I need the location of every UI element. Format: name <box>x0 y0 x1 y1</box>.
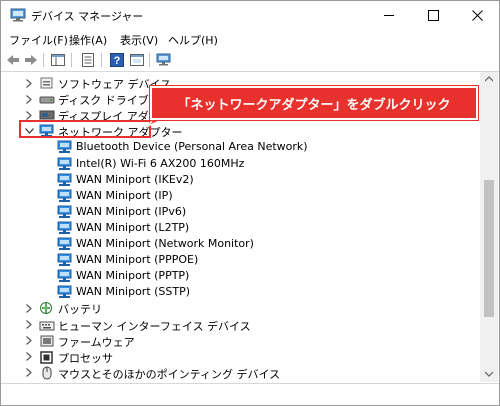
network-adapter-icon <box>57 189 72 202</box>
close-icon <box>471 9 483 21</box>
back-icon <box>7 55 19 65</box>
properties-icon <box>82 53 94 67</box>
device-item[interactable]: WAN Miniport (IP) <box>1 188 479 204</box>
network-adapter-icon <box>57 157 72 170</box>
device-item[interactable]: Intel(R) Wi-Fi 6 AX200 160MHz <box>1 156 479 172</box>
device-category[interactable]: プロセッサ <box>1 349 479 365</box>
device-label: WAN Miniport (IP) <box>76 188 173 202</box>
toolbar-separator <box>71 53 72 67</box>
annotation-callout: 「ネットワークアダプター」をダブルクリック <box>150 86 478 120</box>
status-bar <box>1 383 499 405</box>
console-tree-button[interactable] <box>49 52 67 68</box>
network-adapter-icon <box>57 285 72 299</box>
network-adapter-icon <box>57 221 72 234</box>
scan-hardware-button[interactable] <box>155 52 173 68</box>
network-adapter-icon <box>57 140 72 154</box>
device-label: WAN Miniport (PPPOE) <box>76 253 199 267</box>
menu-file[interactable]: ファイル(F) <box>9 32 68 48</box>
menu-bar: ファイル(F) 操作(A) 表示(V) ヘルプ(H) <box>1 30 499 48</box>
network-adapter-icon <box>57 237 72 250</box>
menu-action[interactable]: 操作(A) <box>69 32 107 48</box>
device-label: WAN Miniport (IKEv2) <box>76 172 194 186</box>
device-label: ファームウェア <box>58 335 135 349</box>
menu-view[interactable]: 表示(V) <box>120 32 158 48</box>
device-item[interactable]: WAN Miniport (IKEv2) <box>1 172 479 188</box>
device-manager-window: デバイス マネージャー ファイル(F) 操作(A) 表示(V) ヘルプ(H) ?… <box>0 0 500 406</box>
chevron-right-icon[interactable] <box>23 300 35 316</box>
chevron-right-icon[interactable] <box>23 91 35 107</box>
title-bar: デバイス マネージャー <box>1 1 499 29</box>
back-button[interactable] <box>4 52 22 68</box>
firmware-icon <box>40 335 54 347</box>
toolbar-separator <box>43 53 44 67</box>
device-label: WAN Miniport (L2TP) <box>76 220 190 234</box>
help-icon: ? <box>110 53 124 67</box>
maximize-button[interactable] <box>411 1 455 29</box>
forward-icon <box>25 55 37 65</box>
maximize-icon <box>427 9 439 21</box>
device-category[interactable]: ヒューマン インターフェイス デバイス <box>1 317 479 333</box>
minimize-button[interactable] <box>367 1 411 29</box>
disk-drive-icon <box>39 96 55 104</box>
device-item[interactable]: Bluetooth Device (Personal Area Network) <box>1 139 479 155</box>
battery-icon <box>40 302 52 315</box>
device-item[interactable]: WAN Miniport (L2TP) <box>1 220 479 236</box>
processor-icon <box>40 350 53 364</box>
device-category[interactable]: バッテリ <box>1 300 479 316</box>
chevron-right-icon[interactable] <box>23 317 35 333</box>
chevron-right-icon[interactable] <box>23 349 35 365</box>
window-title: デバイス マネージャー <box>31 10 144 23</box>
device-manager-icon <box>10 8 26 22</box>
network-adapter-icon <box>57 205 72 218</box>
chevron-right-icon[interactable] <box>23 365 35 381</box>
device-category[interactable]: ファームウェア <box>1 333 479 349</box>
minimize-icon <box>383 14 394 16</box>
mouse-icon <box>42 366 52 380</box>
console-tree-icon <box>51 54 65 66</box>
device-label: WAN Miniport (SSTP) <box>76 285 191 299</box>
network-adapter-icon <box>57 253 72 267</box>
device-item[interactable]: WAN Miniport (PPPOE) <box>1 252 479 268</box>
device-category[interactable]: マウスとそのほかのポインティング デバイス <box>1 365 479 381</box>
device-label: ヒューマン インターフェイス デバイス <box>58 319 251 333</box>
hid-icon <box>39 321 55 330</box>
toolbar: ? <box>1 49 499 72</box>
device-label: バッテリ <box>58 303 102 317</box>
software-device-icon <box>40 77 53 89</box>
forward-button[interactable] <box>22 52 40 68</box>
device-label: WAN Miniport (PPTP) <box>76 269 190 283</box>
menu-help[interactable]: ヘルプ(H) <box>168 32 218 48</box>
scrollbar-thumb[interactable] <box>484 180 494 317</box>
toolbar-separator <box>101 53 102 67</box>
chevron-right-icon[interactable] <box>23 333 35 349</box>
svg-text:?: ? <box>114 55 121 67</box>
scroll-up-icon[interactable] <box>485 76 493 82</box>
network-adapter-icon <box>57 269 72 283</box>
highlight-box <box>19 120 151 138</box>
device-label: マウスとそのほかのポインティング デバイス <box>58 367 281 381</box>
device-label: ディスク ドライブ <box>58 94 149 108</box>
vertical-scrollbar[interactable] <box>480 72 498 382</box>
properties-button[interactable] <box>79 52 97 68</box>
device-label: Bluetooth Device (Personal Area Network) <box>76 140 308 154</box>
help-button[interactable]: ? <box>108 52 126 68</box>
scroll-down-icon[interactable] <box>485 371 493 377</box>
device-label: WAN Miniport (IPv6) <box>76 204 187 218</box>
device-item[interactable]: WAN Miniport (Network Monitor) <box>1 236 479 252</box>
device-label: プロセッサ <box>58 351 113 365</box>
chevron-right-icon[interactable] <box>23 75 35 91</box>
device-label: WAN Miniport (Network Monitor) <box>76 237 254 250</box>
network-adapter-icon <box>57 173 72 186</box>
toolbar-separator <box>149 53 150 67</box>
device-label: Intel(R) Wi-Fi 6 AX200 160MHz <box>76 156 245 170</box>
view-icon <box>130 54 144 66</box>
device-item[interactable]: WAN Miniport (IPv6) <box>1 204 479 220</box>
close-button[interactable] <box>455 1 499 29</box>
scan-hardware-icon <box>156 53 171 66</box>
view-button[interactable] <box>128 52 146 68</box>
device-item[interactable]: WAN Miniport (PPTP) <box>1 268 479 284</box>
device-item[interactable]: WAN Miniport (SSTP) <box>1 284 479 300</box>
